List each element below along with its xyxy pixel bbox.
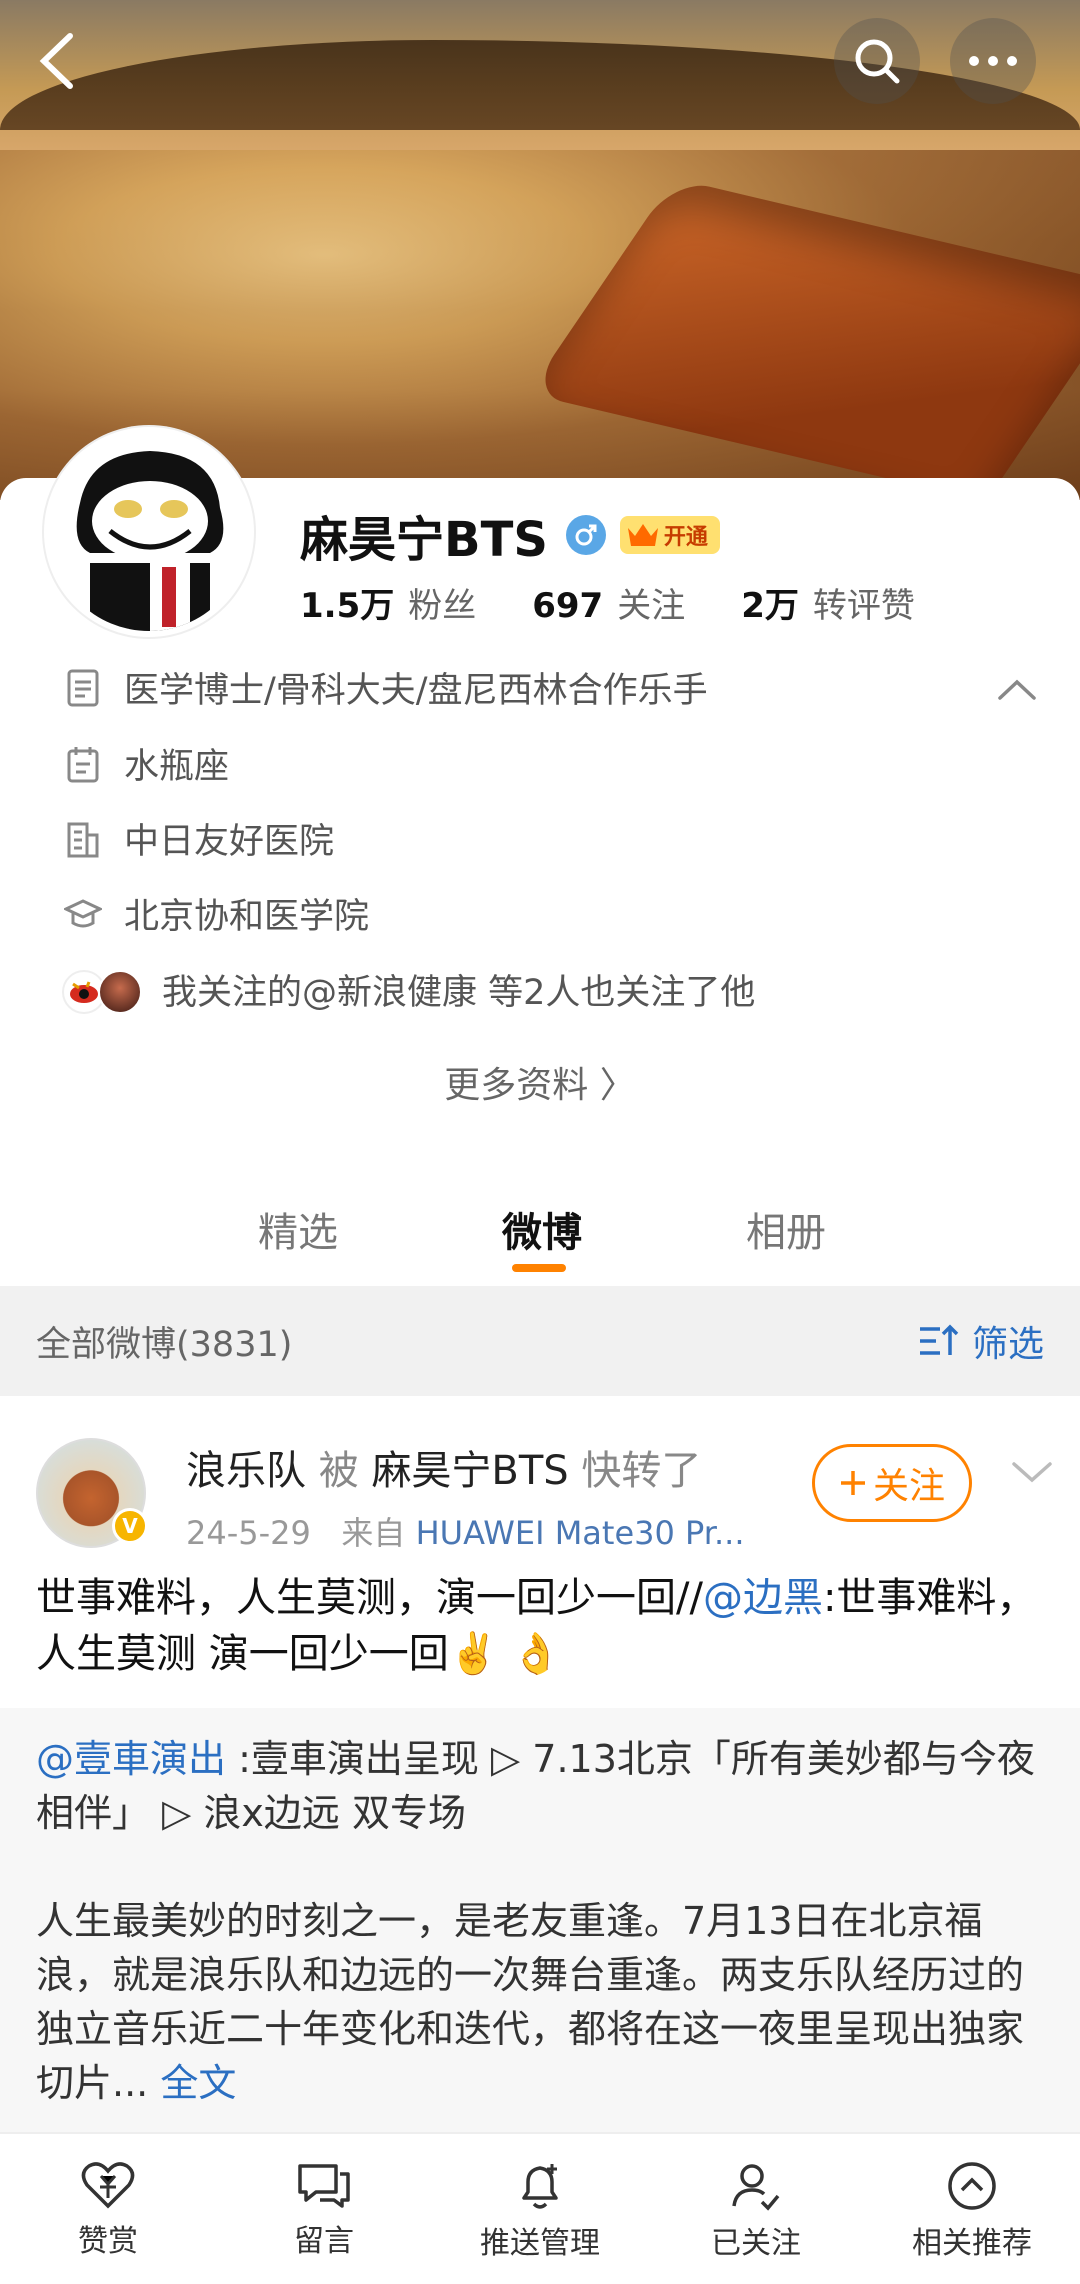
bio-row: 医学博士/骨科大夫/盘尼西林合作乐手 [64,662,708,713]
building-icon [67,822,99,857]
followed-label: 已关注 [711,2226,801,2261]
profile-tabs: 精选 微博 相册 [0,1190,1080,1280]
active-tab-indicator [512,1264,566,1272]
post-device[interactable]: HUAWEI Mate30 Pr... [416,1514,745,1552]
plus-icon [840,1471,865,1495]
more-button[interactable] [950,18,1036,104]
post-date: 24-5-29 [186,1514,311,1552]
calendar-icon [67,746,99,782]
profile-stats: 1.5万 粉丝 697 关注 2万 转评赞 [300,578,915,627]
verified-badge-icon: V [112,1508,148,1544]
mutual-avatars [62,966,146,1014]
search-icon [855,39,900,84]
recommend-button[interactable]: 相关推荐 [872,2160,1072,2262]
verified-male-icon [565,515,606,555]
constellation-row: 水瓶座 [64,738,229,789]
collapse-chevron-icon[interactable] [996,676,1038,702]
post-text-main: 世事难料，人生莫测，演一回少一回// [36,1575,703,1621]
post-reposter[interactable]: 麻昊宁BTS [371,1448,568,1494]
bio-text: 医学博士/骨科大夫/盘尼西林合作乐手 [124,671,708,711]
profile-name-row: 麻昊宁BTS 开通 [300,500,720,570]
push-manage-button[interactable]: 推送管理 [440,2160,640,2262]
repost-body-line: 人生最美妙的时刻之一，是老友重逢。7月13日在北京福浪，就是浪乐队和边远的一次舞… [36,1894,1044,2110]
back-arrow-icon [39,33,73,89]
message-button[interactable]: 留言 [224,2160,424,2260]
reward-button[interactable]: 赞赏 [8,2160,208,2260]
constellation-text: 水瓶座 [124,747,230,787]
post-text: 世事难料，人生莫测，演一回少一回//@边黑:世事难料，人生莫测 演一回少一回✌️… [36,1570,1046,1682]
school-row: 北京协和医学院 [64,888,369,939]
user-avatar-small [98,969,142,1014]
post-header: 浪乐队 被 麻昊宁BTS 快转了 [186,1438,701,1496]
bottom-action-bar: 赞赏 留言 推送管理 已关注 相关推荐 [0,2132,1080,2284]
search-button[interactable] [834,18,920,104]
circle-up-icon [948,2162,996,2210]
reward-label: 赞赏 [78,2224,138,2259]
reposted-content[interactable]: @壹車演出 :壹車演出呈现 ▷ 7.13北京「所有美妙都与今夜相伴」 ▷ 浪x边… [0,1708,1080,2132]
post-menu-chevron-icon[interactable] [1010,1458,1054,1486]
full-text-link[interactable]: 全文 [160,2061,236,2105]
post-count: 全部微博(3831) [36,1324,293,1365]
reward-heart-icon [81,2162,135,2209]
back-button[interactable] [14,18,100,104]
filter-label: 筛选 [971,1324,1044,1365]
mutual-text: 我关注的@新浪健康 等2人也关注了他 [162,973,756,1013]
post-author[interactable]: 浪乐队 [186,1448,306,1494]
repost-line: @壹車演出 :壹車演出呈现 ▷ 7.13北京「所有美妙都与今夜相伴」 ▷ 浪x边… [36,1732,1044,1840]
graduation-cap-icon [64,898,102,927]
school-text: 北京协和医学院 [124,897,370,937]
avatar[interactable] [44,427,254,637]
stat-likes[interactable]: 2万 转评赞 [741,578,915,627]
recommend-label: 相关推荐 [912,2226,1032,2261]
vip-badge[interactable]: 开通 [619,516,720,554]
bell-plus-icon [522,2164,558,2209]
post-from: 来自 [341,1514,406,1552]
follow-label: 关注 [872,1466,945,1507]
tab-featured[interactable]: 精选 [258,1200,338,1258]
more-dots-icon [969,56,1017,66]
push-manage-label: 推送管理 [480,2226,600,2261]
filter-bar: 全部微博(3831) 筛选 [0,1286,1080,1396]
vip-label: 开通 [663,525,708,550]
crown-icon [627,524,658,546]
post-by: 被 [318,1448,359,1494]
post-card[interactable]: V 浪乐队 被 麻昊宁BTS 快转了 24-5-29 来自 HUAWEI Mat… [0,1398,1080,2132]
message-label: 留言 [294,2224,354,2259]
post-meta: 24-5-29 来自 HUAWEI Mate30 Pr... [186,1508,745,1554]
stat-following[interactable]: 697 关注 [532,578,685,627]
post-mention[interactable]: @边黑 [703,1575,823,1621]
document-icon [67,669,99,706]
followed-button[interactable]: 已关注 [656,2160,856,2262]
post-action: 快转了 [581,1448,702,1494]
tab-weibo[interactable]: 微博 [502,1200,582,1258]
profile-banner [0,0,1080,500]
profile-name: 麻昊宁BTS [300,512,548,568]
filter-sort-icon [919,1324,959,1355]
follow-button[interactable]: 关注 [812,1444,972,1522]
user-check-icon [732,2164,780,2211]
more-info-link[interactable]: 更多资料 〉 [0,1056,1080,1108]
message-icon [298,2164,350,2208]
stat-fans[interactable]: 1.5万 粉丝 [300,578,476,627]
filter-button[interactable]: 筛选 [918,1315,1044,1367]
tab-album[interactable]: 相册 [746,1200,826,1258]
repost-mention[interactable]: @壹車演出 [36,1737,226,1781]
company-row: 中日友好医院 [64,813,334,864]
mutual-follow-row[interactable]: 我关注的@新浪健康 等2人也关注了他 [62,964,755,1015]
company-text: 中日友好医院 [124,822,335,862]
